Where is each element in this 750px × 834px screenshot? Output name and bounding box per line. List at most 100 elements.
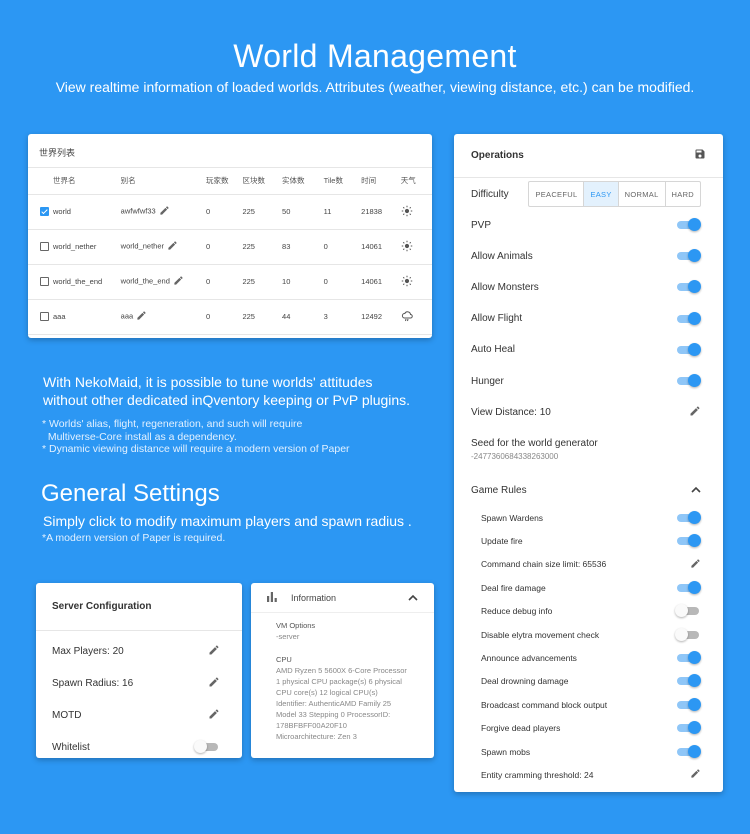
game-rule-label: Disable elytra movement check <box>481 629 600 640</box>
game-rule-label: Broadcast command block output <box>481 699 608 710</box>
vm-options-value: -server <box>276 632 300 641</box>
general-settings-note: *A modern version of Paper is required. <box>42 532 226 544</box>
game-rule-label: Spawn Wardens <box>481 512 544 523</box>
row-select-cell <box>28 194 53 230</box>
feature-line: With NekoMaid, it is possible to tune wo… <box>43 374 373 390</box>
sun-icon[interactable] <box>401 240 413 254</box>
information-title: Information <box>291 592 337 603</box>
time-cell: 21838 <box>361 194 401 230</box>
edit-pencil-icon[interactable] <box>167 240 178 253</box>
game-rule-toggle[interactable] <box>677 674 701 688</box>
game-rule-toggle[interactable] <box>677 721 701 735</box>
edit-pencil-icon[interactable] <box>136 310 147 323</box>
world-name-cell: world_nether <box>52 229 121 265</box>
sun-icon[interactable] <box>401 205 413 219</box>
players-cell: 0 <box>206 229 243 265</box>
table-row[interactable]: world awfwfwf33 0 225 50 11 21838 <box>28 194 432 230</box>
difficulty-option-peaceful[interactable]: PEACEFUL <box>529 182 585 206</box>
players-cell: 0 <box>206 299 243 335</box>
operation-row: Allow Monsters <box>471 278 701 296</box>
chevron-up-icon[interactable] <box>408 593 418 603</box>
game-rule-toggle[interactable] <box>677 533 701 548</box>
game-rule-row: Entity cramming threshold: 24 <box>481 766 701 783</box>
operation-toggle[interactable] <box>677 374 701 388</box>
chunks-cell: 225 <box>242 299 283 335</box>
time-cell: 12492 <box>361 299 401 335</box>
save-icon[interactable] <box>694 148 706 163</box>
operation-row: Hunger <box>471 372 701 390</box>
game-rule-toggle[interactable] <box>675 604 701 618</box>
game-rule-label: Entity cramming threshold: 24 <box>481 769 594 780</box>
motd-label: MOTD <box>52 709 82 721</box>
edit-pencil-icon[interactable] <box>159 205 170 218</box>
whitelist-toggle[interactable] <box>194 740 220 754</box>
operation-toggle[interactable] <box>677 249 701 263</box>
game-rule-label: Deal fire damage <box>481 582 546 593</box>
game-rule-toggle[interactable] <box>677 744 701 759</box>
column-header-world-name: 世界名 <box>52 168 121 195</box>
edit-pencil-icon[interactable] <box>173 275 184 288</box>
edit-pencil-icon[interactable] <box>208 644 220 659</box>
chevron-up-icon[interactable] <box>691 485 701 496</box>
difficulty-option-normal[interactable]: NORMAL <box>619 182 666 206</box>
operation-row: PVP <box>471 216 701 234</box>
game-rule-row: Command chain size limit: 65536 <box>481 556 701 573</box>
difficulty-option-hard[interactable]: HARD <box>666 182 700 206</box>
edit-pencil-icon[interactable] <box>690 558 701 571</box>
operation-label: PVP <box>471 219 492 231</box>
row-checkbox[interactable] <box>40 242 49 252</box>
game-rule-toggle[interactable] <box>677 697 701 712</box>
edit-pencil-icon[interactable] <box>208 676 220 691</box>
operations-card: Operations Difficulty PEACEFUL EASY NORMAL… <box>454 134 723 792</box>
row-checkbox[interactable] <box>40 277 49 287</box>
table-row[interactable]: world_the_end world_the_end 0 225 10 0 14061 <box>28 264 432 300</box>
world-name-cell: world_the_end <box>52 264 121 300</box>
note-line: * Worlds' alias, flight, regeneration, a… <box>42 418 303 430</box>
entities-cell: 83 <box>282 229 324 265</box>
tiles-cell: 11 <box>323 194 362 230</box>
information-header[interactable]: Information <box>251 583 434 613</box>
game-rule-toggle[interactable] <box>675 627 701 642</box>
rain-cloud-icon[interactable] <box>401 310 413 324</box>
game-rule-toggle[interactable] <box>677 650 701 665</box>
entities-cell: 50 <box>282 194 324 230</box>
game-rule-label: Command chain size limit: 65536 <box>481 559 607 570</box>
edit-pencil-icon[interactable] <box>690 768 701 781</box>
edit-pencil-icon[interactable] <box>208 708 220 723</box>
operation-toggle[interactable] <box>677 280 701 294</box>
table-row[interactable]: aaa aaa 0 225 44 3 12492 <box>28 299 432 335</box>
entities-cell: 44 <box>282 299 324 335</box>
edit-pencil-icon[interactable] <box>689 405 701 420</box>
bar-chart-icon <box>267 591 277 604</box>
game-rule-label: Deal drowning damage <box>481 676 569 687</box>
game-rule-toggle[interactable] <box>677 510 701 525</box>
game-rule-toggle[interactable] <box>677 580 701 595</box>
operations-header: Operations <box>454 134 723 178</box>
row-checkbox[interactable] <box>40 312 49 322</box>
table-row[interactable]: world_nether world_nether 0 225 83 0 14061 <box>28 229 432 265</box>
game-rule-row: Spawn Wardens <box>481 509 701 526</box>
operation-toggle[interactable] <box>677 218 701 232</box>
cpu-label: CPU <box>276 655 292 664</box>
game-rule-label: Announce advancements <box>481 652 577 663</box>
sun-icon[interactable] <box>401 275 413 289</box>
motd-row: MOTD <box>36 699 242 731</box>
seed-block: Seed for the world generator -2477360684… <box>471 438 598 461</box>
world-name-cell: world <box>52 194 121 230</box>
difficulty-label: Difficulty <box>471 188 509 200</box>
time-cell: 14061 <box>361 229 401 265</box>
players-cell: 0 <box>206 194 243 230</box>
difficulty-option-easy[interactable]: EASY <box>584 182 619 206</box>
row-checkbox[interactable] <box>40 207 49 217</box>
operation-toggle[interactable] <box>677 342 701 357</box>
cpu-line: Identifier: AuthenticAMD Family 25 <box>276 699 392 708</box>
cpu-line: 178BFBFF00A20F10 <box>276 721 347 730</box>
page-title: World Management <box>233 38 517 74</box>
game-rule-row: Forgive dead players <box>481 720 701 737</box>
feature-notes: * Worlds' alias, flight, regeneration, a… <box>42 418 350 456</box>
note-line: * Dynamic viewing distance will require … <box>42 443 350 455</box>
operation-toggle[interactable] <box>677 311 701 326</box>
game-rules-header[interactable]: Game Rules <box>471 480 701 500</box>
game-rule-row: Reduce debug info <box>481 603 701 620</box>
cpu-line: CPU core(s) 12 logical CPU(s) <box>276 688 378 697</box>
